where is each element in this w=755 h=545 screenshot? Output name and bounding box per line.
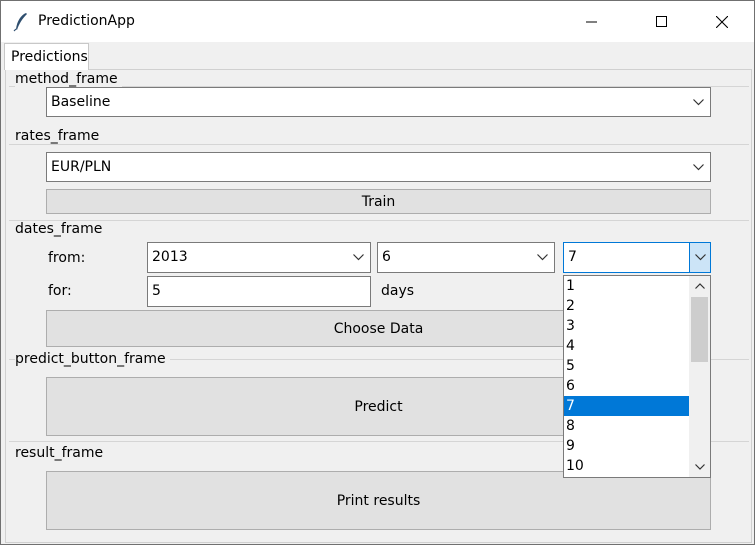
dropdown-scrollbar[interactable]	[689, 276, 710, 477]
day-option[interactable]: 5	[564, 356, 689, 376]
chevron-down-icon	[350, 243, 366, 272]
chevron-down-icon[interactable]	[689, 243, 710, 272]
scroll-up-button[interactable]	[689, 276, 710, 296]
day-dropdown-list[interactable]: 1 2 3 4 5 6 7 8 9 10	[563, 275, 711, 478]
print-results-button[interactable]: Print results	[46, 471, 711, 530]
method-frame-label: method_frame	[15, 71, 122, 87]
month-combobox[interactable]: 6	[377, 242, 555, 273]
rates-frame-border	[9, 144, 749, 145]
day-option[interactable]: 1	[564, 276, 689, 296]
predict-frame-label: predict_button_frame	[15, 351, 170, 367]
method-combobox[interactable]: Baseline	[46, 87, 711, 117]
scroll-down-button[interactable]	[689, 457, 710, 477]
from-label: from:	[48, 250, 86, 266]
day-option[interactable]: 6	[564, 376, 689, 396]
scroll-thumb[interactable]	[691, 297, 708, 362]
days-label: days	[381, 283, 415, 299]
day-options: 1 2 3 4 5 6 7 8 9 10	[564, 276, 689, 476]
minimize-icon	[586, 21, 597, 22]
year-combobox[interactable]: 2013	[147, 242, 371, 273]
chevron-down-icon	[534, 243, 550, 272]
day-option[interactable]: 9	[564, 436, 689, 456]
days-input-value: 5	[152, 283, 161, 299]
result-frame-label: result_frame	[15, 445, 108, 461]
month-value: 6	[382, 249, 391, 265]
tab-predictions[interactable]: Predictions	[4, 43, 89, 70]
day-option[interactable]: 7	[564, 396, 689, 416]
chevron-up-icon	[694, 283, 705, 289]
rates-combobox[interactable]: EUR/PLN	[46, 152, 711, 182]
rates-frame-label: rates_frame	[15, 128, 104, 144]
chevron-down-icon	[690, 88, 706, 116]
day-value: 7	[568, 249, 577, 265]
dates-frame-border	[9, 220, 749, 221]
for-label: for:	[48, 283, 72, 299]
day-option[interactable]: 4	[564, 336, 689, 356]
day-option[interactable]: 3	[564, 316, 689, 336]
window-title: PredictionApp	[38, 13, 135, 29]
day-combobox[interactable]: 7	[563, 242, 711, 273]
year-value: 2013	[152, 249, 188, 265]
day-option[interactable]: 8	[564, 416, 689, 436]
close-icon	[716, 15, 728, 28]
title-bar: PredictionApp	[1, 1, 754, 42]
days-input[interactable]: 5	[147, 276, 371, 307]
app-window: PredictionApp Predictions method_frame B…	[0, 0, 755, 545]
day-option[interactable]: 10	[564, 456, 689, 476]
train-button[interactable]: Train	[46, 189, 711, 214]
chevron-down-icon	[690, 153, 706, 181]
rate-value: EUR/PLN	[51, 159, 112, 175]
chevron-down-icon	[694, 464, 705, 470]
feather-icon	[13, 13, 27, 32]
method-value: Baseline	[51, 94, 111, 110]
maximize-icon	[656, 15, 667, 27]
close-button[interactable]	[699, 1, 745, 42]
day-option[interactable]: 2	[564, 296, 689, 316]
maximize-button[interactable]	[639, 1, 685, 42]
dates-frame-label: dates_frame	[15, 221, 107, 237]
minimize-button[interactable]	[569, 1, 615, 42]
